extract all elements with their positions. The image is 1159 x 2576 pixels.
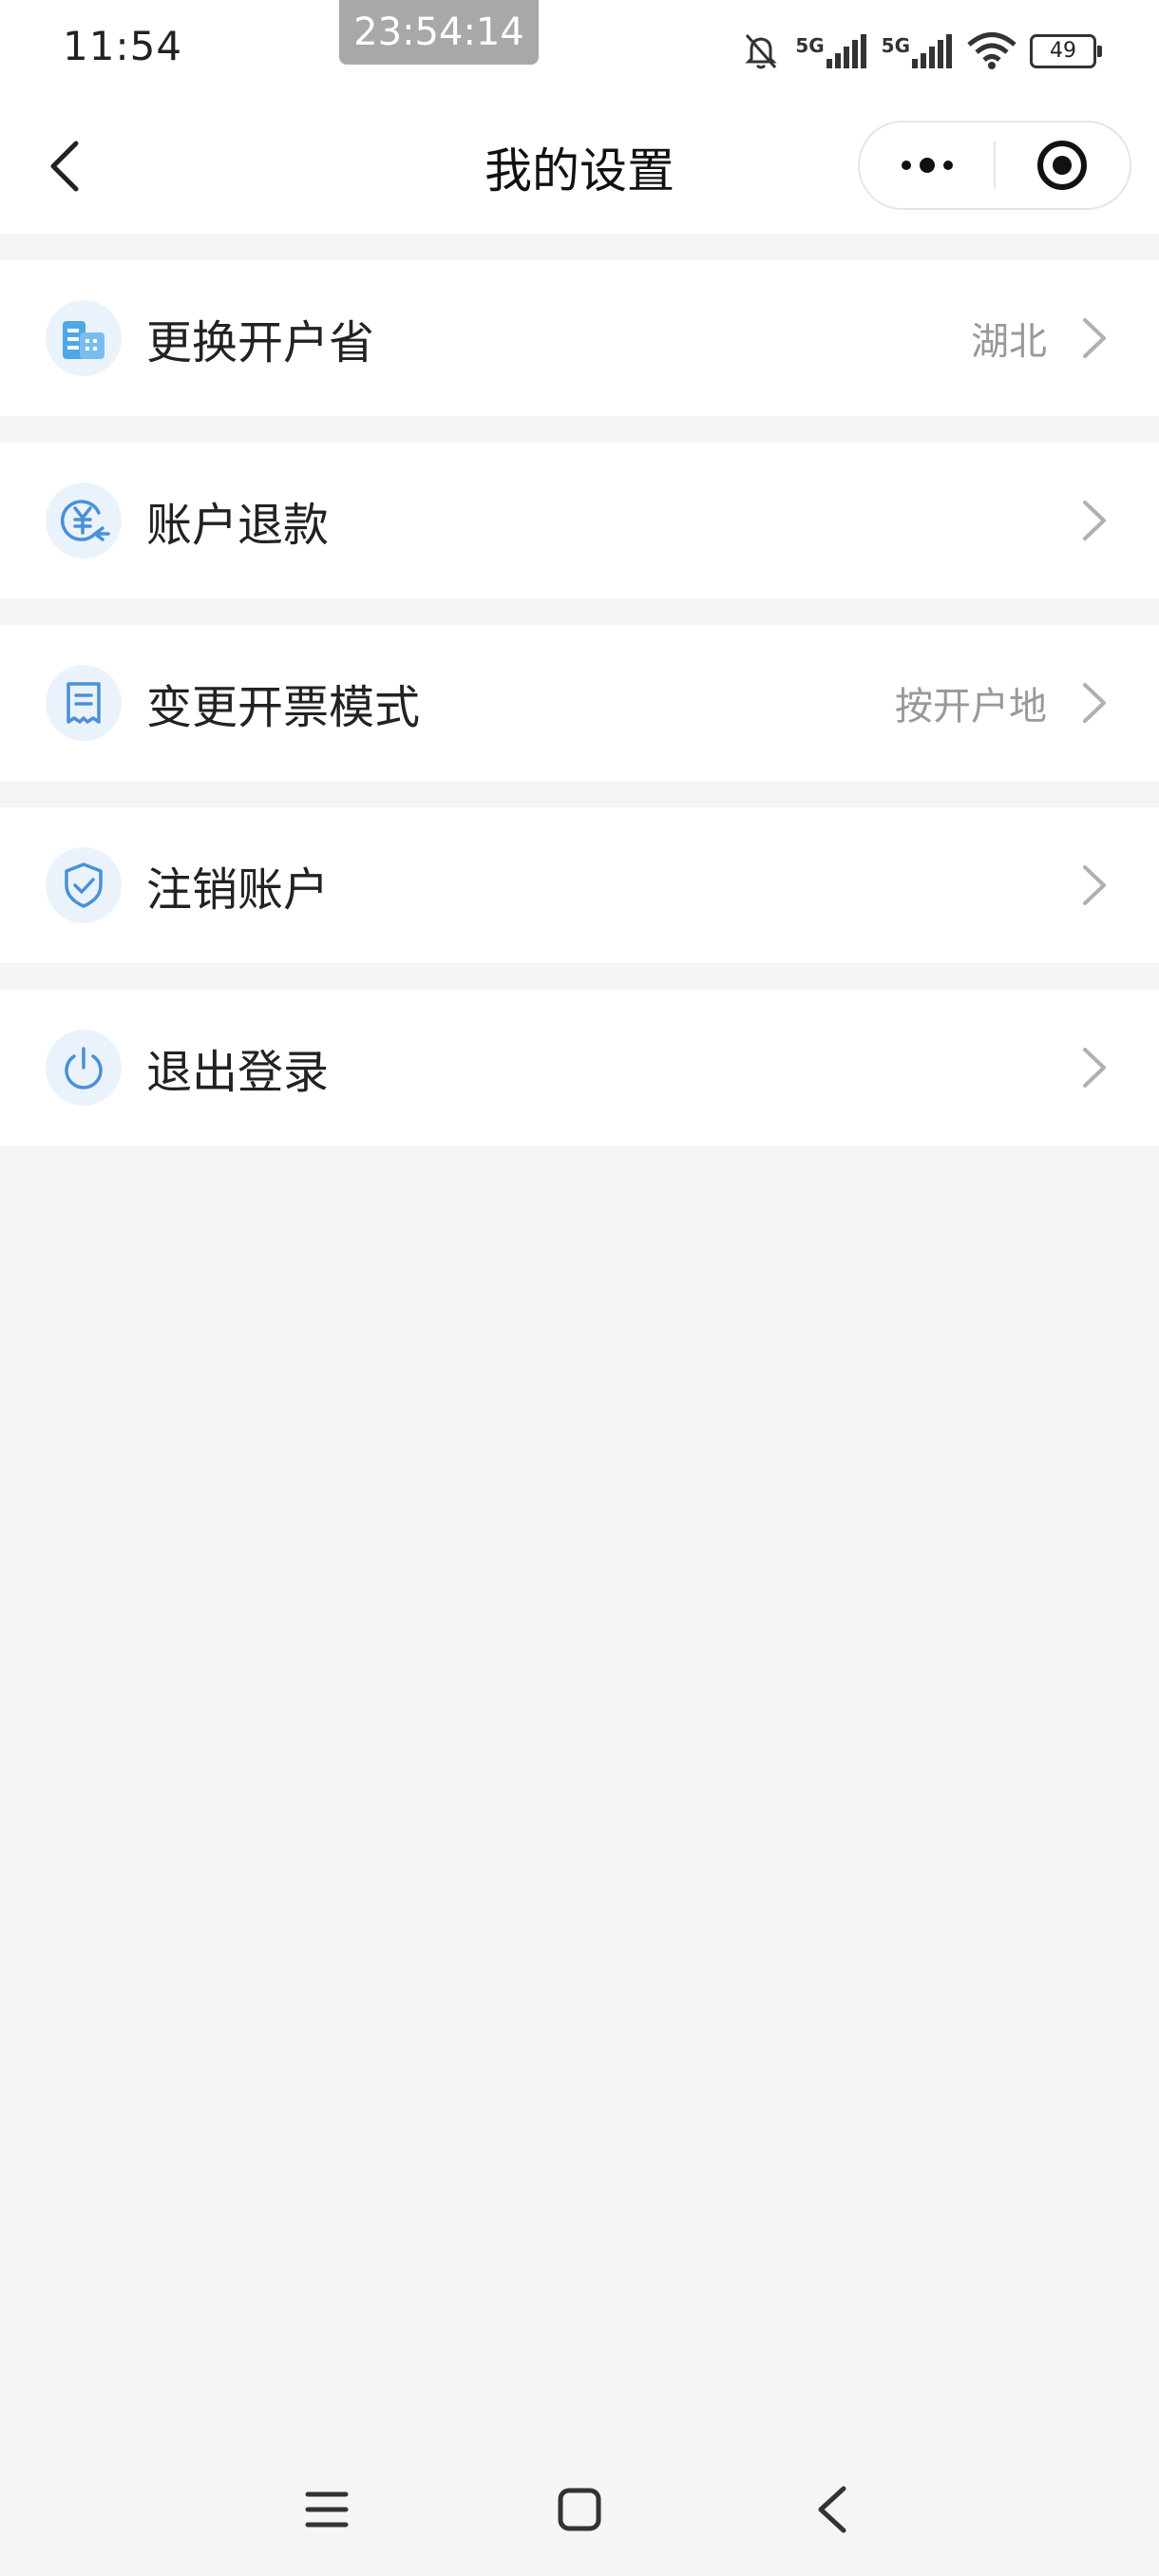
setting-value: 湖北: [971, 320, 1047, 364]
setting-label: 注销账户: [146, 863, 330, 917]
shield-check-icon: [46, 847, 122, 923]
status-icons: 5G 5G 49: [740, 25, 1102, 78]
setting-row-logout[interactable]: 退出登录: [0, 990, 1159, 1146]
more-button[interactable]: [860, 123, 994, 208]
home-nav-button[interactable]: [542, 2472, 618, 2548]
sim1-network-label: 5G: [795, 34, 825, 57]
setting-label: 退出登录: [146, 1046, 330, 1099]
receipt-icon: [46, 665, 122, 741]
chevron-right-icon: [1075, 492, 1113, 549]
setting-row-invoice-mode[interactable]: 变更开票模式 按开户地: [0, 625, 1159, 781]
target-icon: [1037, 141, 1088, 190]
signal-bars-icon: [826, 34, 866, 68]
setting-value: 按开户地: [895, 685, 1047, 729]
signal-bars-icon: [912, 34, 952, 68]
home-square-icon: [558, 2488, 601, 2531]
setting-label: 账户退款: [146, 499, 330, 552]
battery-indicator: 49: [1030, 34, 1102, 68]
building-icon: [46, 300, 122, 376]
settings-list: 更换开户省 湖北 账户退款 变更开票模式 按开户地 注销账户 退出登录: [0, 234, 1159, 1146]
wifi-icon: [967, 32, 1016, 69]
chevron-right-icon: [1075, 1039, 1113, 1096]
recording-time-badge: 23:54:14: [339, 0, 539, 65]
back-triangle-icon: [818, 2486, 846, 2533]
back-nav-button[interactable]: [794, 2472, 870, 2548]
refund-yuan-icon: [46, 483, 122, 559]
setting-label: 更换开户省: [146, 316, 375, 369]
mute-bell-icon: [745, 34, 777, 69]
power-icon: [46, 1030, 122, 1106]
signal-sim2: 5G: [882, 34, 954, 68]
setting-row-change-province[interactable]: 更换开户省 湖北: [0, 260, 1159, 416]
chevron-right-icon: [1075, 310, 1113, 367]
mini-program-capsule: [858, 121, 1131, 210]
setting-row-cancel-account[interactable]: 注销账户: [0, 807, 1159, 963]
status-time: 11:54: [63, 23, 183, 69]
setting-label: 变更开票模式: [146, 681, 421, 734]
more-dots-icon: [901, 158, 953, 173]
chevron-right-icon: [1075, 674, 1113, 731]
chevron-right-icon: [1075, 857, 1113, 914]
setting-row-account-refund[interactable]: 账户退款: [0, 443, 1159, 598]
sim2-network-label: 5G: [881, 34, 910, 57]
close-mini-program-button[interactable]: [996, 123, 1130, 208]
signal-sim1: 5G: [795, 34, 867, 68]
system-nav-bar: [0, 2443, 1159, 2576]
top-bar: 11:54 23:54:14 5G 5G 49 我的设置: [0, 0, 1159, 234]
menu-nav-button[interactable]: [289, 2472, 365, 2548]
menu-icon: [305, 2491, 349, 2528]
